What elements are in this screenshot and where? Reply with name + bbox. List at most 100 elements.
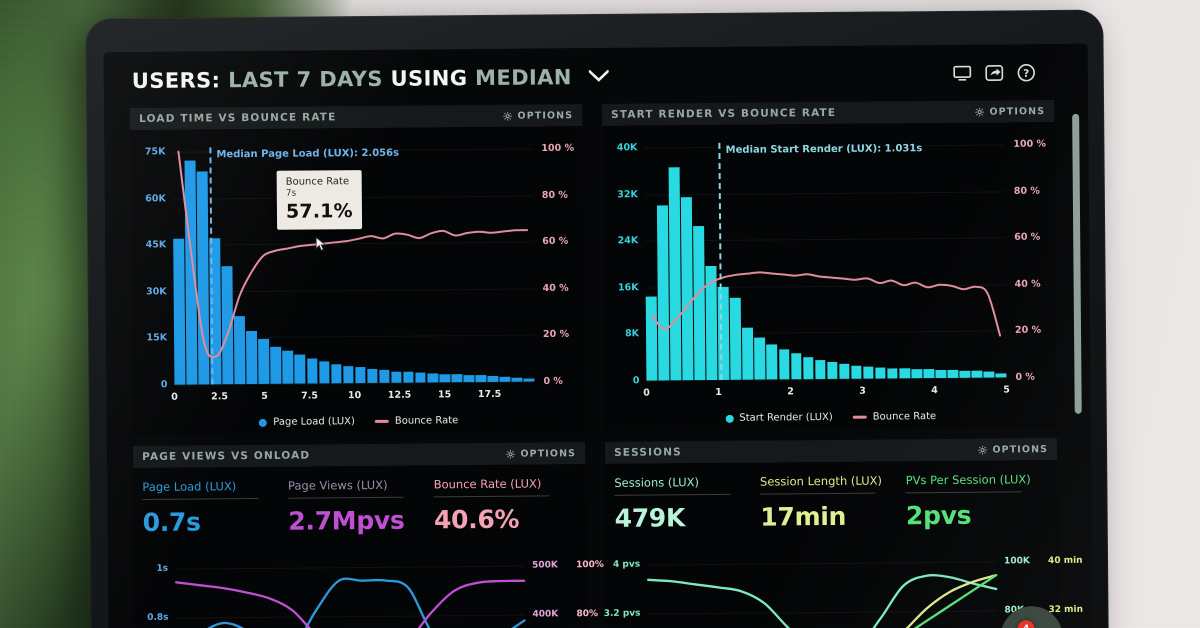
y3-axis-tick: 80% <box>576 609 599 620</box>
legend-label: Start Render (LUX) <box>739 411 833 424</box>
scrollbar-thumb[interactable] <box>1072 113 1082 414</box>
line-series-group <box>647 574 998 628</box>
x-axis-tick: 3 <box>859 385 866 397</box>
panel-row-bottom: PAGE VIEWS VS ONLOAD OPTIONS Page Load (… <box>132 437 1083 628</box>
metric-value: 2.7Mpvs <box>288 505 405 536</box>
y-axis-tick: 3.2 pvs <box>603 608 641 619</box>
median-annotation-label: Median Page Load (LUX): 2.056s <box>216 147 400 161</box>
legend-line-icon <box>374 420 389 423</box>
legend-label: Bounce Rate <box>394 415 459 427</box>
y-axis-tick: 45K <box>145 239 167 251</box>
metric-label: Page Load (LUX) <box>142 479 237 494</box>
metric-value: 0.7s <box>142 507 201 537</box>
y2-axis-tick: 20 % <box>542 329 570 341</box>
y2-axis-tick: 20 % <box>1014 325 1042 337</box>
options-button[interactable]: OPTIONS <box>975 106 1045 118</box>
y2-axis-tick: 60 % <box>542 235 569 248</box>
metric-value: 2pvs <box>905 500 972 531</box>
panel-title: LOAD TIME VS BOUNCE RATE <box>139 111 337 125</box>
panel-page-views-vs-onload: PAGE VIEWS VS ONLOAD OPTIONS Page Load (… <box>132 442 604 628</box>
monitor-icon[interactable] <box>953 63 972 82</box>
page-title-prefix: USERS: <box>131 68 221 94</box>
options-label: OPTIONS <box>992 443 1049 456</box>
line-series <box>650 271 1002 337</box>
laptop-device: USERS: LAST 7 DAYS USING MEDIAN ? LOAD T… <box>85 9 1109 628</box>
gear-icon <box>506 449 516 459</box>
x-axis-tick: 12.5 <box>387 389 412 401</box>
metric-page-views[interactable]: Page Views (LUX) 2.7Mpvs <box>288 477 434 536</box>
line-series-group <box>175 577 526 628</box>
panel-title: SESSIONS <box>614 446 682 459</box>
chart-plot-area[interactable]: 0.6s300K60%0.8s400K80%1s500K100% <box>147 560 604 628</box>
help-icon[interactable]: ? <box>1017 63 1036 82</box>
metric-sessions[interactable]: Sessions (LUX) 479K <box>614 475 760 533</box>
chart-line <box>175 579 526 628</box>
y-axis-tick: 75K <box>144 146 166 158</box>
x-axis-tick: 7.5 <box>301 390 319 402</box>
chart-line <box>647 574 998 628</box>
gear-icon <box>503 111 513 121</box>
y-axis-tick: 4 pvs <box>612 559 641 570</box>
chart-plot-area[interactable]: 0 15K 30K 45K 60K 75K 0 % 20 % 40 % 60 % 80 % 100 %… <box>145 143 574 403</box>
panel-title: PAGE VIEWS VS ONLOAD <box>142 449 311 463</box>
panel-body: Page Load (LUX) 0.7s Page Views (LUX) 2.… <box>133 464 604 628</box>
page-title[interactable]: USERS: LAST 7 DAYS USING MEDIAN <box>131 63 610 94</box>
y-axis-tick: 8K <box>625 328 640 340</box>
y2-axis-tick: 0 % <box>1015 371 1035 383</box>
y2-axis-tick: 500K <box>532 560 558 571</box>
panel-title: START RENDER VS BOUNCE RATE <box>611 106 837 121</box>
legend-item-start-render: Start Render (LUX) <box>725 412 833 424</box>
y2-axis-tick: 400K <box>532 609 559 620</box>
tooltip-value: 57.1% <box>285 200 353 223</box>
metric-group: Sessions (LUX) 479K Session Length (LUX)… <box>605 460 1058 533</box>
y2-axis-tick: 60 % <box>1014 231 1041 244</box>
legend-item-bounce-rate: Bounce Rate <box>852 411 936 423</box>
chart-legend: Page Load (LUX) Bounce Rate <box>133 414 585 429</box>
metric-page-load[interactable]: Page Load (LUX) 0.7s <box>142 479 288 537</box>
y-axis-tick: 1s <box>156 563 169 574</box>
y-axis-tick: 0.8s <box>147 612 169 623</box>
gear-icon <box>975 107 985 117</box>
metric-bounce-rate[interactable]: Bounce Rate (LUX) 40.6% <box>434 476 580 534</box>
metric-label: Session Length (LUX) <box>759 473 883 489</box>
metric-session-length[interactable]: Session Length (LUX) 17min <box>759 473 906 532</box>
tooltip-subtitle: 7s <box>285 188 297 199</box>
options-button[interactable]: OPTIONS <box>503 110 573 122</box>
page-title-using: USING <box>390 66 468 91</box>
metric-value: 17min <box>760 501 847 532</box>
x-axis-tick: 5 <box>1003 384 1010 396</box>
svg-text:?: ? <box>1023 67 1029 79</box>
panel-body: Sessions (LUX) 479K Session Length (LUX)… <box>604 459 1083 628</box>
options-button[interactable]: OPTIONS <box>978 444 1048 456</box>
y-axis-tick: 24K <box>617 235 639 247</box>
metric-label: Bounce Rate (LUX) <box>433 476 542 492</box>
y3-axis-tick: 100% <box>576 559 604 571</box>
x-axis-tick: 5 <box>261 390 268 402</box>
metric-divider <box>905 491 1022 494</box>
chart-plot-area[interactable]: 0 8K 16K 24K 32K 40K 0 % 20 % 40 % 60 % 80 % 100 % 0… <box>617 139 1046 399</box>
legend-label: Page Load (LUX) <box>273 416 355 428</box>
metric-value: 479K <box>614 503 686 533</box>
y2-axis-tick: 100 % <box>1013 138 1047 150</box>
y2-axis-tick: 100K <box>1003 556 1030 567</box>
y2-axis-tick: 0 % <box>543 375 563 387</box>
options-button[interactable]: OPTIONS <box>506 448 576 460</box>
panel-load-time-vs-bounce-rate: LOAD TIME VS BOUNCE RATE OPTIONS 0 15K 30K… <box>130 104 585 436</box>
x-axis-tick: 2.5 <box>211 391 229 403</box>
y-axis-tick: 30K <box>146 286 167 298</box>
metric-divider <box>614 493 731 496</box>
y-axis-tick: 0 <box>632 375 640 387</box>
y-axis-tick: 60K <box>145 192 166 205</box>
header-icon-group: ? <box>953 63 1050 83</box>
share-icon[interactable] <box>985 63 1004 82</box>
x-axis-tick: 15 <box>437 389 452 401</box>
metric-pvs-per-session[interactable]: PVs Per Session (LUX) 2pvs <box>906 472 1052 530</box>
mouse-cursor-icon <box>315 236 327 251</box>
y-axis-tick: 32K <box>617 188 638 200</box>
options-label: OPTIONS <box>520 447 577 460</box>
chevron-down-icon[interactable] <box>587 63 610 87</box>
metric-divider <box>288 496 404 499</box>
chart-line <box>879 574 998 628</box>
metric-divider <box>433 495 550 498</box>
chart-plot-area[interactable]: 2.4 pvs60K24 min3.2 pvs80K32 min4 pvs100… <box>604 556 1083 628</box>
